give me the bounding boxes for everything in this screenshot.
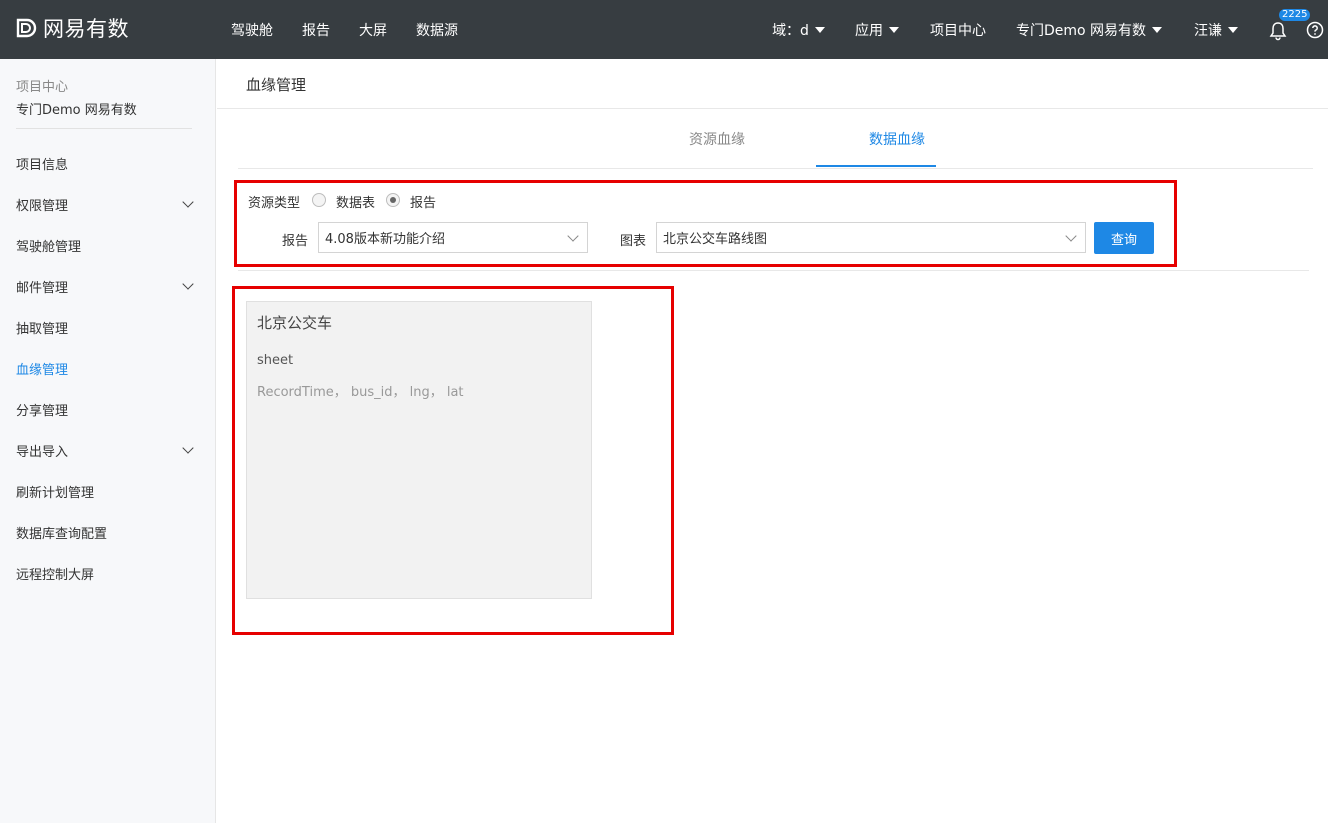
query-button[interactable]: 查询 bbox=[1094, 222, 1154, 254]
notification-badge: 2225 bbox=[1279, 8, 1311, 21]
brand-name: 网易有数 bbox=[43, 17, 129, 41]
sidebar-item-lineage-management[interactable]: 血缘管理 bbox=[16, 358, 200, 378]
top-right-menu: 域：d 应用 项目中心 专门Demo 网易有数 汪谦 2225 bbox=[772, 0, 1328, 59]
nav-cockpit[interactable]: 驾驶舱 bbox=[231, 20, 273, 40]
sidebar-item-label: 导出导入 bbox=[16, 444, 69, 460]
sidebar-project-name: 专门Demo 网易有数 bbox=[16, 103, 137, 118]
radio-datatable[interactable] bbox=[312, 193, 326, 207]
radio-report[interactable] bbox=[386, 193, 400, 207]
sidebar-item-label: 邮件管理 bbox=[16, 280, 69, 296]
active-tab-indicator bbox=[816, 165, 936, 167]
sidebar-item-label: 远程控制大屏 bbox=[16, 567, 95, 583]
bell-wrapper: 2225 bbox=[1268, 8, 1311, 41]
help-button[interactable] bbox=[1306, 21, 1324, 39]
sidebar-item-label: 刷新计划管理 bbox=[16, 485, 95, 501]
sidebar-item-share-management[interactable]: 分享管理 bbox=[16, 399, 200, 419]
page-title: 血缘管理 bbox=[246, 76, 307, 94]
help-icon bbox=[1306, 21, 1324, 38]
project-label: 专门Demo 网易有数 bbox=[1015, 22, 1146, 39]
card-fields: RecordTime， bus_id， lng， lat bbox=[257, 385, 464, 400]
sidebar-item-extract-management[interactable]: 抽取管理 bbox=[16, 317, 200, 337]
sidebar-divider bbox=[16, 128, 192, 129]
sidebar: 项目中心 专门Demo 网易有数 项目信息 权限管理 驾驶舱管理 邮件管理 抽取… bbox=[0, 59, 216, 823]
main-content: 血缘管理 资源血缘 数据血缘 资源类型 数据表 报告 报告 4.08版本新功能介… bbox=[217, 59, 1328, 823]
sidebar-item-remote-bigscreen[interactable]: 远程控制大屏 bbox=[16, 563, 200, 583]
caret-down-icon bbox=[1152, 27, 1162, 33]
sidebar-item-export-import[interactable]: 导出导入 bbox=[16, 440, 200, 460]
top-navbar: 网易有数 驾驶舱 报告 大屏 数据源 域：d 应用 项目中心 专门Demo 网易… bbox=[0, 0, 1328, 59]
tab-bar: 资源血缘 数据血缘 bbox=[238, 109, 1313, 169]
sidebar-item-label: 项目信息 bbox=[16, 157, 69, 173]
sidebar-item-label: 驾驶舱管理 bbox=[16, 239, 82, 255]
domain-dropdown[interactable]: 域：d bbox=[772, 20, 825, 40]
tab-data-lineage[interactable]: 数据血缘 bbox=[869, 129, 925, 149]
chevron-down-icon bbox=[182, 442, 194, 454]
sidebar-item-label: 分享管理 bbox=[16, 403, 69, 419]
tab-resource-lineage[interactable]: 资源血缘 bbox=[689, 129, 745, 149]
filter-divider bbox=[238, 270, 1309, 271]
chart-select-label: 图表 bbox=[620, 234, 647, 249]
report-select[interactable]: 4.08版本新功能介绍 bbox=[318, 222, 588, 253]
card-sheet-name: sheet bbox=[257, 353, 294, 368]
chart-select[interactable]: 北京公交车路线图 bbox=[656, 222, 1086, 253]
sidebar-item-cockpit-management[interactable]: 驾驶舱管理 bbox=[16, 235, 200, 255]
nav-reports[interactable]: 报告 bbox=[302, 20, 330, 40]
sidebar-item-permissions[interactable]: 权限管理 bbox=[16, 194, 200, 214]
caret-down-icon bbox=[814, 27, 825, 33]
report-select-label: 报告 bbox=[282, 234, 309, 249]
brand-logo[interactable]: 网易有数 bbox=[15, 14, 129, 42]
sidebar-item-mail-management[interactable]: 邮件管理 bbox=[16, 276, 200, 296]
apps-dropdown[interactable]: 应用 bbox=[855, 20, 899, 40]
user-dropdown[interactable]: 汪谦 bbox=[1194, 20, 1238, 40]
project-center-link[interactable]: 项目中心 bbox=[930, 20, 986, 40]
logo-icon bbox=[16, 18, 37, 38]
chevron-down-icon bbox=[182, 278, 194, 290]
sidebar-item-project-info[interactable]: 项目信息 bbox=[16, 153, 200, 173]
chevron-down-icon bbox=[182, 196, 194, 208]
caret-down-icon bbox=[1228, 27, 1238, 33]
apps-label: 应用 bbox=[854, 22, 883, 39]
bell-icon bbox=[1269, 21, 1287, 40]
domain-label: 域：d bbox=[772, 22, 809, 39]
lineage-card[interactable]: 北京公交车 sheet RecordTime， bus_id， lng， lat bbox=[246, 301, 592, 599]
sidebar-item-label: 权限管理 bbox=[16, 198, 69, 214]
sidebar-item-db-query-config[interactable]: 数据库查询配置 bbox=[16, 522, 200, 542]
top-nav: 驾驶舱 报告 大屏 数据源 bbox=[231, 0, 487, 59]
project-center-label: 项目中心 bbox=[929, 22, 986, 39]
notifications-button[interactable]: 2225 bbox=[1268, 8, 1311, 41]
sidebar-item-refresh-plan[interactable]: 刷新计划管理 bbox=[16, 481, 200, 501]
sidebar-item-label: 抽取管理 bbox=[16, 321, 69, 337]
caret-down-icon bbox=[888, 27, 899, 33]
nav-bigscreen[interactable]: 大屏 bbox=[359, 20, 387, 40]
radio-datatable-label[interactable]: 数据表 bbox=[336, 192, 375, 211]
chevron-down-icon bbox=[567, 230, 579, 242]
radio-report-label[interactable]: 报告 bbox=[410, 192, 436, 211]
sidebar-item-label: 数据库查询配置 bbox=[16, 526, 108, 542]
sidebar-item-label: 血缘管理 bbox=[16, 362, 69, 378]
resource-type-label: 资源类型 bbox=[248, 196, 301, 211]
user-name: 汪谦 bbox=[1194, 22, 1222, 39]
chart-select-value: 北京公交车路线图 bbox=[663, 232, 768, 247]
sidebar-section-title: 项目中心 bbox=[16, 80, 69, 95]
report-select-value: 4.08版本新功能介绍 bbox=[325, 232, 445, 247]
sidebar-header: 项目中心 专门Demo 网易有数 bbox=[16, 76, 137, 118]
card-title: 北京公交车 bbox=[257, 314, 333, 332]
project-dropdown[interactable]: 专门Demo 网易有数 bbox=[1016, 20, 1162, 40]
chevron-down-icon bbox=[1065, 230, 1077, 242]
nav-datasource[interactable]: 数据源 bbox=[416, 20, 458, 40]
